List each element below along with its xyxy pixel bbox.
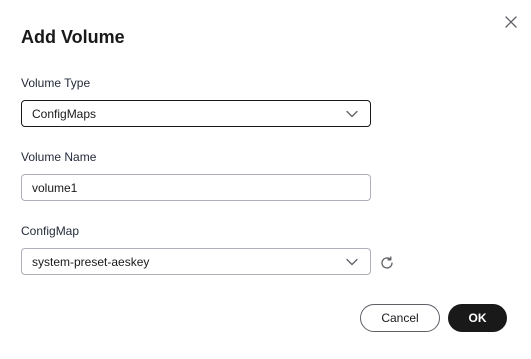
refresh-icon[interactable] xyxy=(379,255,395,271)
configmap-select[interactable]: system-preset-aeskey xyxy=(21,248,371,275)
ok-button[interactable]: OK xyxy=(448,304,507,332)
volume-name-value: volume1 xyxy=(32,180,78,195)
cancel-button[interactable]: Cancel xyxy=(360,304,440,332)
chevron-down-icon xyxy=(346,110,358,117)
volume-type-select[interactable]: ConfigMaps xyxy=(21,100,371,127)
chevron-down-icon xyxy=(346,258,358,265)
volume-type-label: Volume Type xyxy=(21,76,91,90)
close-icon[interactable] xyxy=(503,14,519,30)
volume-name-label: Volume Name xyxy=(21,150,97,164)
add-volume-dialog: Add Volume Volume Type ConfigMaps Volume… xyxy=(0,0,531,359)
configmap-value: system-preset-aeskey xyxy=(32,254,150,269)
dialog-title: Add Volume xyxy=(21,27,125,47)
volume-type-value: ConfigMaps xyxy=(32,106,97,121)
configmap-label: ConfigMap xyxy=(21,224,80,238)
volume-name-input[interactable]: volume1 xyxy=(21,174,371,201)
